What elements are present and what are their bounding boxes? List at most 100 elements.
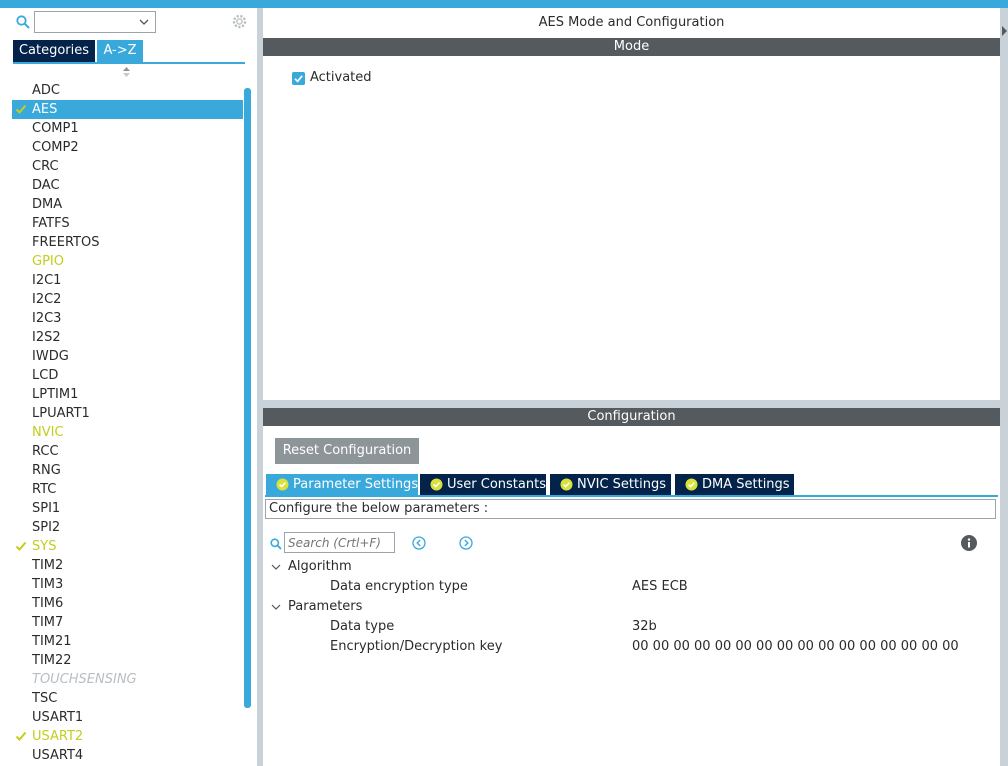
peripheral-item-tsc[interactable]: TSC [12,689,243,708]
mode-configuration-pane: AES Mode and Configuration Mode Activate… [263,8,1000,766]
peripheral-item-tim21[interactable]: TIM21 [12,632,243,651]
chevron-down-icon[interactable] [138,16,150,28]
peripheral-label: LCD [32,368,59,383]
peripheral-item-crc[interactable]: CRC [12,157,243,176]
peripheral-item-adc[interactable]: ADC [12,81,243,100]
peripheral-item-spi1[interactable]: SPI1 [12,499,243,518]
peripheral-label: TIM7 [32,615,64,630]
peripheral-item-i2s2[interactable]: I2S2 [12,328,243,347]
peripheral-item-nvic[interactable]: NVIC [12,423,243,442]
peripheral-item-touchsensing[interactable]: TOUCHSENSING [12,670,243,689]
peripheral-label: IWDG [32,349,69,364]
peripheral-item-tim22[interactable]: TIM22 [12,651,243,670]
peripheral-item-comp2[interactable]: COMP2 [12,138,243,157]
peripheral-label: COMP1 [32,121,79,136]
collapse-chevron-icon[interactable] [271,562,281,572]
peripheral-label: SPI2 [32,520,61,535]
param-name: Data encryption type [330,579,468,594]
info-icon[interactable] [961,535,977,551]
tab-dma-settings[interactable]: DMA Settings [675,474,794,495]
peripheral-item-rcc[interactable]: RCC [12,442,243,461]
group-name: Algorithm [288,559,352,574]
peripheral-item-gpio[interactable]: GPIO [12,252,243,271]
peripheral-label: USART2 [32,729,84,744]
sort-arrow-icon[interactable] [122,66,131,78]
ok-circle-icon [685,478,698,491]
tab-user-constants[interactable]: User Constants [420,474,546,495]
peripheral-item-rtc[interactable]: RTC [12,480,243,499]
peripheral-item-fatfs[interactable]: FATFS [12,214,243,233]
peripheral-item-iwdg[interactable]: IWDG [12,347,243,366]
tab-label: DMA Settings [702,477,790,492]
tab-nvic-settings[interactable]: NVIC Settings [550,474,671,495]
tab-a-to-z[interactable]: A->Z [97,40,143,62]
collapse-arrow-icon[interactable] [1001,25,1008,37]
prev-icon[interactable] [412,536,426,550]
param-row-data-type[interactable]: Data type 32b [263,617,1000,637]
peripheral-item-lcd[interactable]: LCD [12,366,243,385]
peripheral-item-rng[interactable]: RNG [12,461,243,480]
peripheral-item-freertos[interactable]: FREERTOS [12,233,243,252]
tab-parameter-settings[interactable]: Parameter Settings [266,474,418,495]
group-algorithm[interactable]: Algorithm [263,557,1000,577]
param-value[interactable]: 32b [632,617,657,637]
peripheral-item-dac[interactable]: DAC [12,176,243,195]
peripheral-label: AES [32,102,58,117]
peripheral-label: TIM22 [32,653,72,668]
peripheral-item-aes[interactable]: AES [12,100,243,119]
peripheral-item-usart1[interactable]: USART1 [12,708,243,727]
gear-icon[interactable] [231,13,248,30]
peripheral-item-spi2[interactable]: SPI2 [12,518,243,537]
pane-title: AES Mode and Configuration [538,15,725,30]
next-icon[interactable] [459,536,473,550]
check-icon [15,104,27,114]
peripheral-label: NVIC [32,425,64,440]
param-row-encryption-key[interactable]: Encryption/Decryption key 00 00 00 00 00… [263,637,1000,657]
param-name: Encryption/Decryption key [330,639,503,654]
tab-label: Parameter Settings [293,477,419,492]
mode-header: Mode [263,38,1000,56]
section-divider[interactable] [263,400,1000,408]
peripheral-item-tim2[interactable]: TIM2 [12,556,243,575]
peripheral-label: USART4 [32,748,84,763]
reset-configuration-button[interactable]: Reset Configuration [275,438,419,464]
tab-categories[interactable]: Categories [13,40,95,62]
peripheral-item-i2c3[interactable]: I2C3 [12,309,243,328]
parameter-search-input[interactable] [284,532,395,553]
peripheral-item-tim7[interactable]: TIM7 [12,613,243,632]
activated-checkbox[interactable] [292,72,305,85]
peripheral-item-usart4[interactable]: USART4 [12,746,243,765]
check-icon [15,541,27,551]
peripheral-label: SPI1 [32,501,61,516]
configure-hint: Configure the below parameters : [265,499,996,519]
peripheral-label: FATFS [32,216,70,231]
configuration-header: Configuration [263,408,1000,426]
ok-circle-icon [560,478,573,491]
peripheral-item-tim3[interactable]: TIM3 [12,575,243,594]
param-row-data-encryption-type[interactable]: Data encryption type AES ECB [263,577,1000,597]
peripheral-item-lptim1[interactable]: LPTIM1 [12,385,243,404]
search-icon[interactable] [16,15,30,29]
collapse-chevron-icon[interactable] [271,602,281,612]
param-value[interactable]: 00 00 00 00 00 00 00 00 00 00 00 00 00 0… [632,637,959,657]
group-parameters[interactable]: Parameters [263,597,1000,617]
peripheral-item-tim6[interactable]: TIM6 [12,594,243,613]
peripheral-item-usart2[interactable]: USART2 [12,727,243,746]
list-scrollbar[interactable] [244,88,251,708]
right-collapse-strip[interactable] [1000,8,1008,766]
peripheral-item-i2c2[interactable]: I2C2 [12,290,243,309]
peripheral-item-dma[interactable]: DMA [12,195,243,214]
peripheral-label: TIM6 [32,596,64,611]
peripheral-item-comp1[interactable]: COMP1 [12,119,243,138]
tab-label: NVIC Settings [577,477,666,492]
param-value[interactable]: AES ECB [632,577,688,597]
peripheral-label: TIM2 [32,558,64,573]
peripheral-item-lpuart1[interactable]: LPUART1 [12,404,243,423]
ok-circle-icon [276,478,289,491]
peripheral-search-combo[interactable] [34,11,156,33]
peripheral-item-sys[interactable]: SYS [12,537,243,556]
peripheral-label: I2C2 [32,292,62,307]
peripheral-item-i2c1[interactable]: I2C1 [12,271,243,290]
peripheral-label: TIM21 [32,634,72,649]
peripheral-label: ADC [32,83,60,98]
